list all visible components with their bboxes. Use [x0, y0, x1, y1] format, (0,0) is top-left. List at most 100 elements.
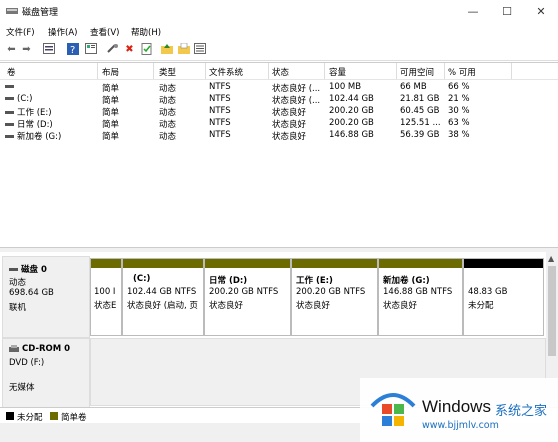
table-row[interactable]: 日常 (D:) 简单 动态 NTFS 状态良好 200.20 GB 125.51… — [0, 118, 558, 130]
volume-name: 工作 (E:) — [17, 108, 52, 118]
partition-size: 146.88 GB NTFS — [383, 287, 453, 297]
partition-status: 状态良好 — [209, 301, 244, 311]
partition-status: 状态良好 — [383, 301, 418, 311]
open-folder-icon[interactable] — [177, 42, 190, 56]
volume-layout: 简单 — [102, 120, 120, 130]
volume-icon — [5, 85, 14, 88]
partition-size: 100 I — [94, 287, 116, 297]
volume-pct: 66 % — [448, 82, 470, 92]
menu-view[interactable]: 查看(V) — [90, 26, 119, 38]
volume-list: 卷 布局 类型 文件系统 状态 容量 可用空间 % 可用 简单 动态 NTFS … — [0, 62, 558, 248]
volume-name: 新加卷 (G:) — [17, 132, 62, 142]
disk-size: 698.64 GB — [9, 288, 54, 298]
partition-system-reserved[interactable]: 100 I 状态E — [90, 258, 122, 336]
connect-icon[interactable] — [106, 43, 119, 56]
disk-state: 联机 — [9, 303, 27, 313]
table-row[interactable]: 工作 (E:) 简单 动态 NTFS 状态良好 200.20 GB 60.45 … — [0, 106, 558, 118]
col-volume[interactable]: 卷 — [7, 66, 16, 78]
watermark-url: www.bjjmlv.com — [422, 420, 499, 431]
partition-c[interactable]: (C:) 102.44 GB NTFS 状态良好 (启动, 页 — [122, 258, 204, 336]
legend-unallocated: 未分配 — [17, 413, 43, 423]
volume-name: (C:) — [17, 94, 33, 104]
volume-status: 状态良好 (... — [272, 84, 321, 94]
col-free[interactable]: 可用空间 — [400, 66, 434, 78]
help-icon[interactable]: ? — [66, 43, 79, 56]
menu-help[interactable]: 帮助(H) — [131, 26, 161, 38]
disk-name: 磁盘 0 — [21, 265, 47, 275]
volume-layout: 简单 — [102, 96, 120, 106]
forward-arrow-icon[interactable]: ➡ — [20, 43, 33, 56]
disk-list-icon[interactable] — [42, 43, 55, 56]
simple-swatch — [50, 412, 58, 420]
disk-type: 动态 — [9, 278, 27, 288]
partition-unallocated[interactable]: 48.83 GB 未分配 — [463, 258, 544, 336]
menu-action[interactable]: 操作(A) — [48, 26, 77, 38]
cdrom-label[interactable]: CD-ROM 0 DVD (F:) 无媒体 — [2, 338, 90, 408]
cdrom-media: 无媒体 — [9, 383, 35, 393]
list-view-icon[interactable] — [193, 43, 206, 56]
col-status[interactable]: 状态 — [272, 66, 289, 78]
volume-type: 动态 — [159, 96, 177, 106]
col-type[interactable]: 类型 — [159, 66, 176, 78]
watermark: Windows 系统之家 www.bjjmlv.com — [360, 378, 558, 442]
table-row[interactable]: 简单 动态 NTFS 状态良好 (... 100 MB 66 MB 66 % — [0, 82, 558, 94]
partition-label: 新加卷 (G:) — [383, 276, 430, 286]
volume-icon — [5, 123, 14, 126]
volume-capacity: 200.20 GB — [329, 118, 374, 128]
volume-list-header: 卷 布局 类型 文件系统 状态 容量 可用空间 % 可用 — [0, 63, 558, 80]
simple-volume-bar — [292, 259, 377, 268]
menu-file[interactable]: 文件(F) — [6, 26, 35, 38]
unallocated-swatch — [6, 412, 14, 420]
scroll-up-icon[interactable]: ▲ — [548, 254, 554, 263]
volume-layout: 简单 — [102, 132, 120, 142]
back-arrow-icon[interactable]: ⬅ — [5, 43, 18, 56]
properties-icon[interactable] — [84, 43, 97, 56]
partition-d[interactable]: 日常 (D:) 200.20 GB NTFS 状态良好 — [204, 258, 291, 336]
partition-label: (C:) — [133, 274, 151, 284]
close-button[interactable]: ✕ — [524, 0, 558, 24]
volume-pct: 30 % — [448, 106, 470, 116]
simple-volume-bar — [205, 259, 290, 268]
volume-status: 状态良好 (... — [272, 96, 321, 106]
scrollbar-thumb[interactable] — [548, 266, 556, 356]
volume-status: 状态良好 — [272, 132, 307, 142]
simple-volume-bar — [123, 259, 203, 268]
volume-fs: NTFS — [209, 118, 231, 128]
partition-status: 状态E — [94, 301, 117, 311]
folder-up-icon[interactable] — [160, 43, 173, 56]
volume-free: 125.51 ... — [400, 118, 441, 128]
watermark-brand: Windows — [422, 397, 491, 416]
partition-status: 未分配 — [468, 301, 494, 311]
volume-layout: 简单 — [102, 108, 120, 118]
table-row[interactable]: 新加卷 (G:) 简单 动态 NTFS 状态良好 146.88 GB 56.39… — [0, 130, 558, 142]
cdrom-icon — [9, 344, 19, 352]
col-filesystem[interactable]: 文件系统 — [209, 66, 243, 78]
partition-e[interactable]: 工作 (E:) 200.20 GB NTFS 状态良好 — [291, 258, 378, 336]
partition-status: 状态良好 — [296, 301, 331, 311]
check-icon[interactable] — [140, 43, 153, 56]
volume-fs: NTFS — [209, 82, 231, 92]
col-capacity[interactable]: 容量 — [329, 66, 346, 78]
volume-fs: NTFS — [209, 106, 231, 116]
volume-type: 动态 — [159, 120, 177, 130]
partition-size: 200.20 GB NTFS — [296, 287, 366, 297]
partition-g[interactable]: 新加卷 (G:) 146.88 GB NTFS 状态良好 — [378, 258, 463, 336]
volume-capacity: 100 MB — [329, 82, 362, 92]
table-row[interactable]: (C:) 简单 动态 NTFS 状态良好 (... 102.44 GB 21.8… — [0, 94, 558, 106]
volume-status: 状态良好 — [272, 108, 307, 118]
col-layout[interactable]: 布局 — [102, 66, 119, 78]
volume-fs: NTFS — [209, 130, 231, 140]
windows-logo-icon — [370, 393, 416, 426]
maximize-button[interactable]: ☐ — [490, 0, 524, 24]
volume-type: 动态 — [159, 84, 177, 94]
minimize-button[interactable]: — — [456, 0, 490, 24]
col-pct-free[interactable]: % 可用 — [448, 66, 476, 78]
legend-simple: 简单卷 — [61, 413, 87, 423]
disk0-label[interactable]: 磁盘 0 动态 698.64 GB 联机 — [2, 256, 90, 338]
menu-bar: 文件(F) 操作(A) 查看(V) 帮助(H) — [0, 24, 558, 40]
volume-free: 21.81 GB — [400, 94, 440, 104]
volume-free: 66 MB — [400, 82, 427, 92]
delete-icon[interactable]: ✖ — [123, 43, 136, 56]
partition-label: 工作 (E:) — [296, 276, 333, 286]
volume-free: 56.39 GB — [400, 130, 440, 140]
